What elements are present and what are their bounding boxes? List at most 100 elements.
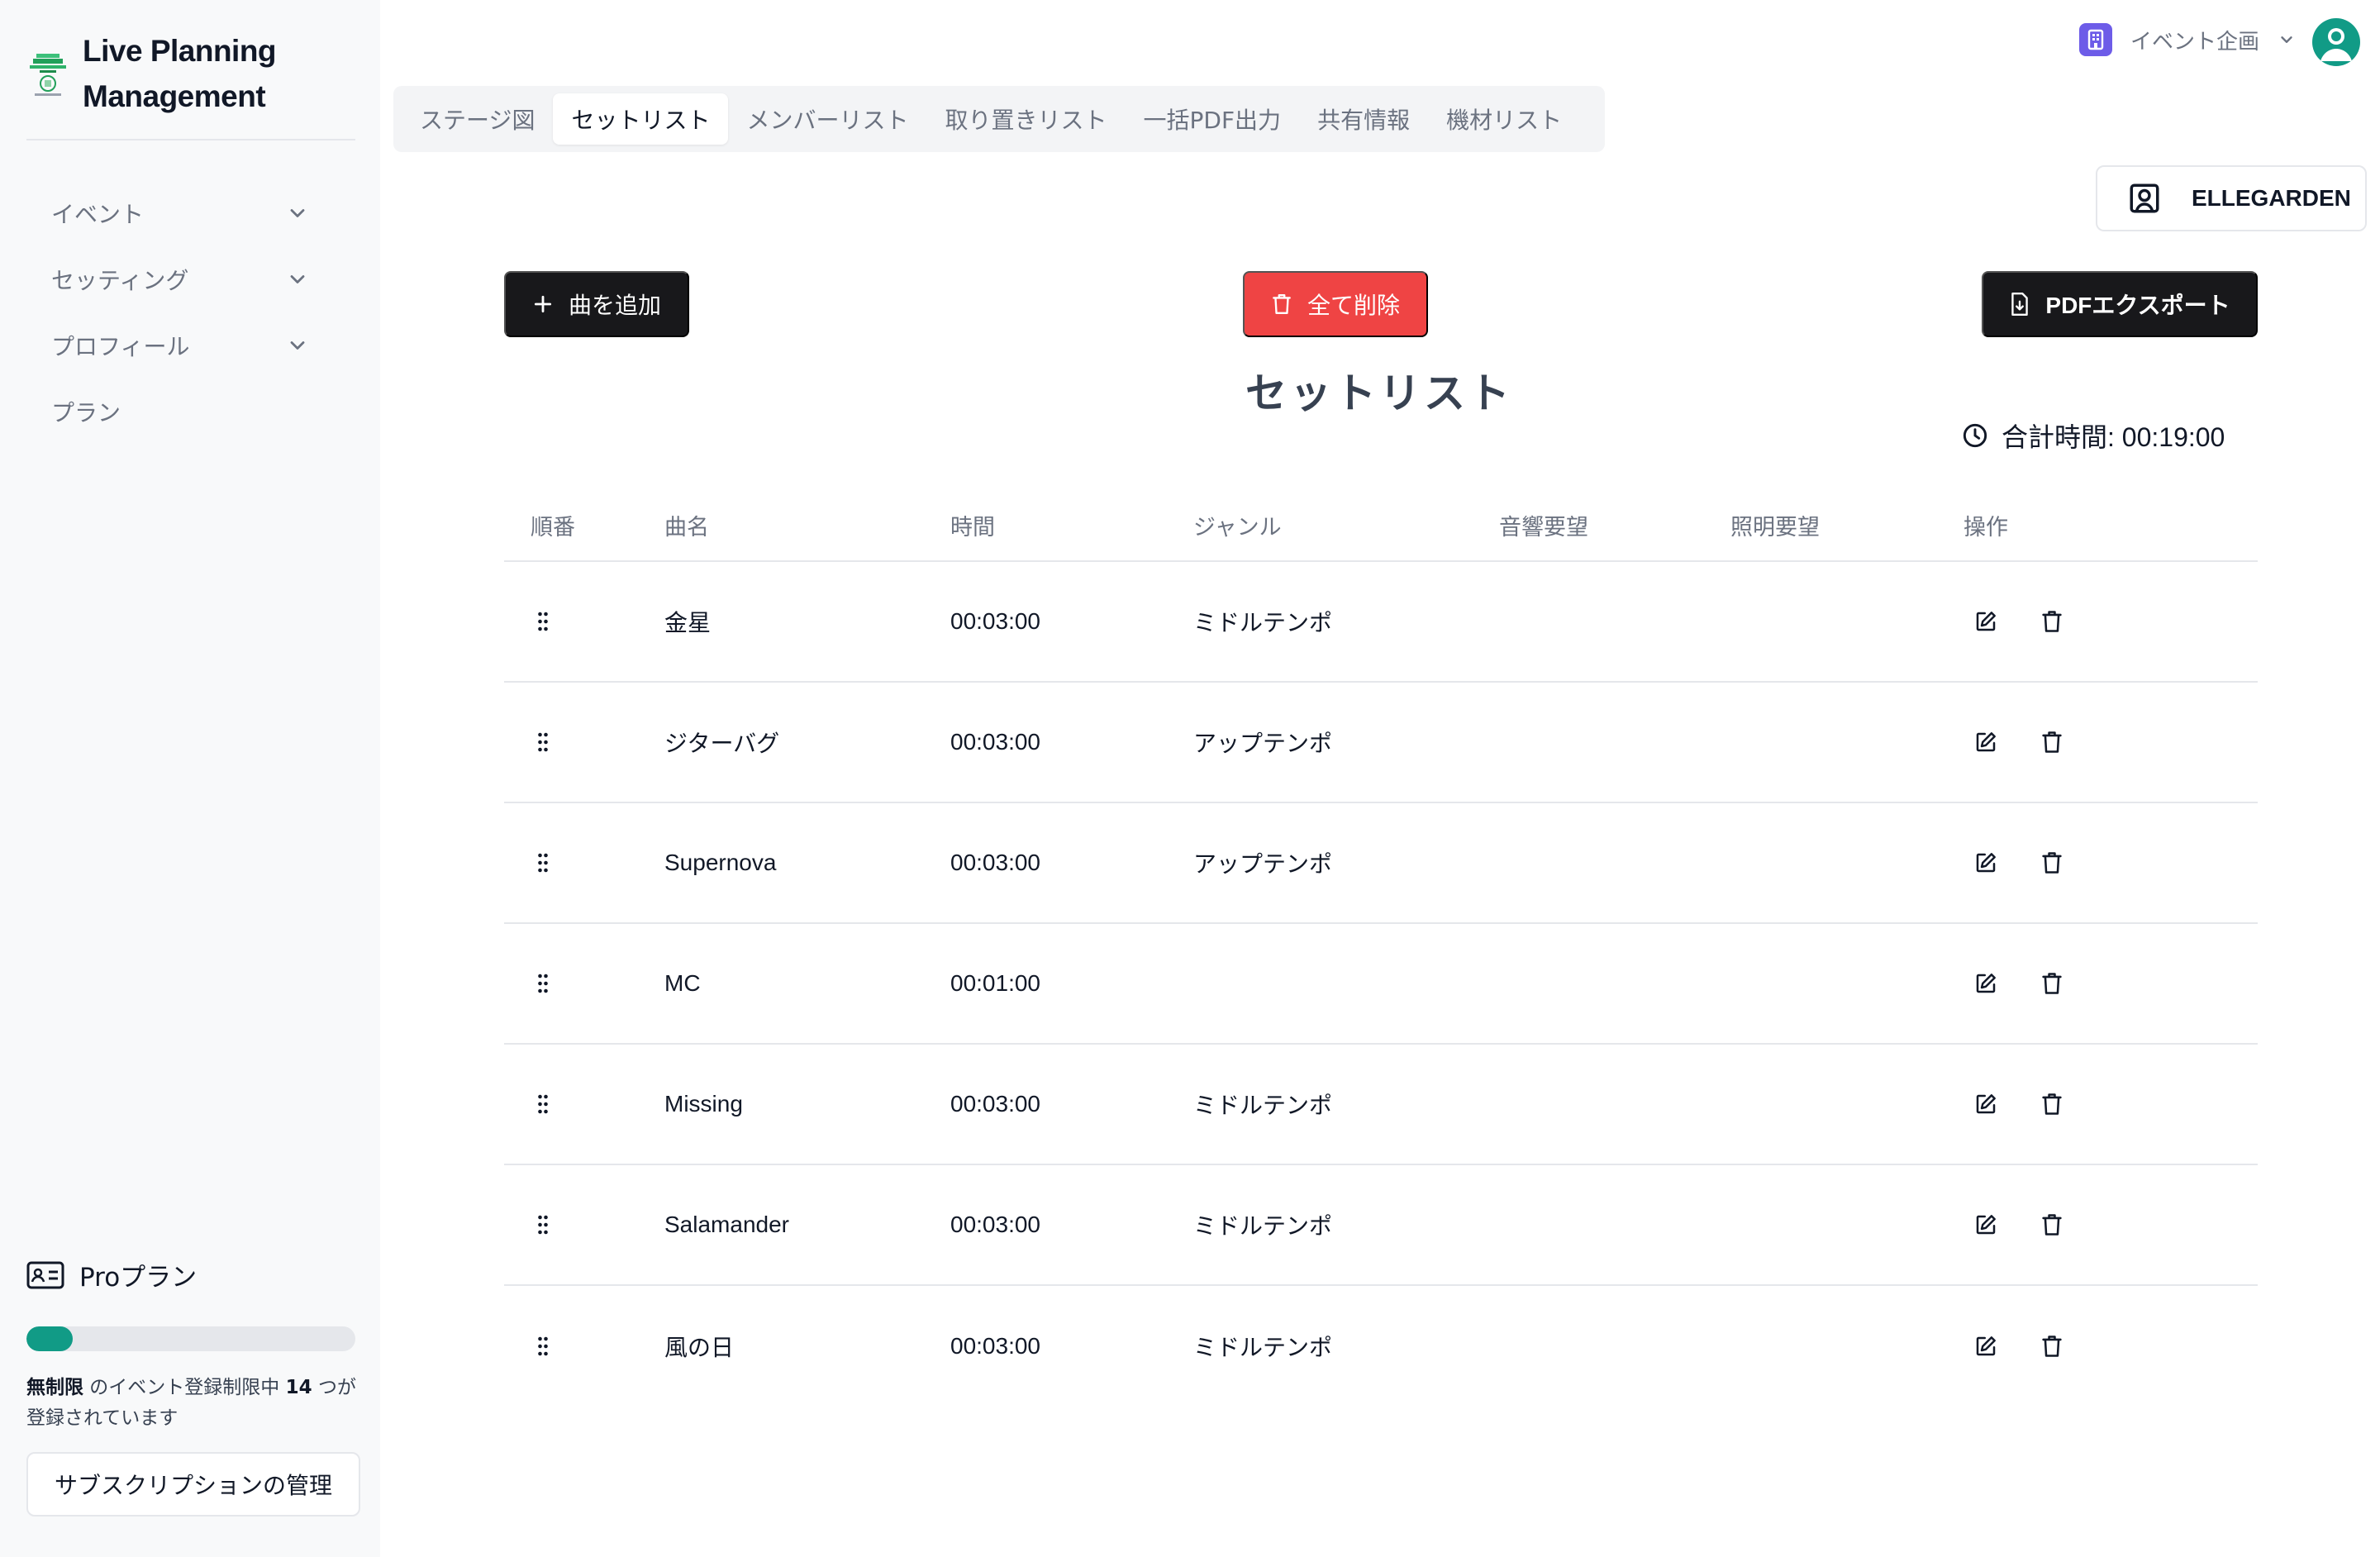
brand-title-line1: Live Planning (83, 34, 277, 68)
manage-subscription-button[interactable]: サブスクリプションの管理 (26, 1452, 360, 1517)
edit-icon[interactable] (1972, 1090, 2000, 1118)
drag-handle-icon[interactable] (531, 971, 555, 996)
song-time: 00:03:00 (950, 608, 1040, 634)
song-genre: アップテンポ (1193, 850, 1333, 878)
trash-icon[interactable] (2038, 607, 2066, 636)
tab-setlist[interactable]: セットリスト (553, 93, 729, 145)
tab-bar: ステージ図 セットリスト メンバーリスト 取り置きリスト 一括PDF出力 共有情… (393, 86, 1605, 152)
plan-limit-label: 無制限 (26, 1377, 83, 1398)
trash-icon[interactable] (2038, 1211, 2066, 1239)
delete-all-label: 全て削除 (1307, 293, 1400, 318)
edit-icon[interactable] (1972, 849, 2000, 877)
building-icon (2079, 23, 2112, 56)
song-genre: ミドルテンポ (1193, 609, 1333, 636)
table-header: 順番 曲名 時間 ジャンル 音響要望 照明要望 操作 (504, 489, 2258, 562)
tab-stage-plot[interactable]: ステージ図 (402, 93, 553, 145)
drag-handle-icon[interactable] (531, 1334, 555, 1359)
sidebar-item-settings[interactable]: セッティング (26, 246, 334, 312)
trash-icon[interactable] (2038, 1090, 2066, 1118)
trash-icon[interactable] (2038, 728, 2066, 756)
chevron-down-icon (290, 275, 305, 283)
tab-reservations[interactable]: 取り置きリスト (926, 93, 1125, 145)
plan-count: 14 (285, 1377, 312, 1398)
trash-icon[interactable] (2038, 969, 2066, 998)
plan-name: Proプラン (79, 1263, 198, 1293)
table-row[interactable]: 風の日 00:03:00 ミドルテンポ (504, 1286, 2258, 1407)
table-row[interactable]: MC 00:01:00 (504, 924, 2258, 1045)
song-genre: ミドルテンポ (1193, 1212, 1333, 1240)
tab-bulk-pdf[interactable]: 一括PDF出力 (1126, 93, 1300, 145)
user-avatar[interactable] (2312, 18, 2360, 66)
band-selector-button[interactable]: ELLEGARDEN (2096, 165, 2367, 231)
column-header-order: 順番 (531, 514, 575, 540)
trash-icon[interactable] (2038, 1332, 2066, 1360)
plan-usage-progress-fill (26, 1326, 73, 1351)
user-icon (2320, 28, 2352, 61)
tab-equipment[interactable]: 機材リスト (1428, 93, 1580, 145)
column-header-lighting: 照明要望 (1730, 514, 1820, 540)
song-time: 00:03:00 (950, 1333, 1040, 1359)
song-time: 00:03:00 (950, 850, 1040, 875)
chevron-down-icon (290, 341, 305, 350)
drag-handle-icon[interactable] (531, 609, 555, 634)
edit-icon[interactable] (1972, 969, 2000, 998)
song-name: 風の日 (664, 1335, 735, 1360)
table-row[interactable]: Salamander 00:03:00 ミドルテンポ (504, 1165, 2258, 1286)
chevron-down-icon (2281, 36, 2292, 43)
pdf-export-button[interactable]: PDFエクスポート (1982, 271, 2258, 337)
table-row[interactable]: Supernova 00:03:00 アップテンポ (504, 803, 2258, 924)
edit-icon[interactable] (1972, 1211, 2000, 1239)
delete-all-button[interactable]: 全て削除 (1243, 271, 1428, 337)
page-title: セットリスト (1245, 369, 1513, 417)
table-row[interactable]: Missing 00:03:00 ミドルテンポ (504, 1045, 2258, 1165)
plan-usage-progress (26, 1326, 355, 1351)
plus-icon (534, 295, 552, 313)
brand-title-line2: Management (83, 79, 266, 113)
song-time: 00:03:00 (950, 1091, 1040, 1117)
song-genre: アップテンポ (1193, 730, 1333, 757)
song-name: Supernova (664, 850, 777, 875)
sidebar: Live Planning Management イベント セッティング プロフ… (0, 0, 380, 1557)
plan-text-middle: のイベント登録制限中 (83, 1377, 286, 1398)
table-row[interactable]: ジターバグ 00:03:00 アップテンポ (504, 683, 2258, 803)
file-download-icon (2011, 292, 2029, 317)
drag-handle-icon[interactable] (531, 1092, 555, 1117)
sidebar-divider (26, 139, 355, 140)
song-time: 00:01:00 (950, 970, 1040, 996)
tab-members[interactable]: メンバーリスト (728, 93, 926, 145)
drag-handle-icon[interactable] (531, 850, 555, 875)
song-name: ジターバグ (664, 731, 780, 756)
trash-icon (1273, 294, 1291, 314)
column-header-song: 曲名 (664, 514, 709, 540)
edit-icon[interactable] (1972, 728, 2000, 756)
band-name: ELLEGARDEN (2192, 185, 2351, 211)
plan-summary: Proプラン 無制限 のイベント登録制限中 14 つが登録されています サブスク… (26, 1256, 360, 1517)
pdf-export-label: PDFエクスポート (2045, 293, 2230, 318)
add-song-button[interactable]: 曲を追加 (504, 271, 689, 337)
event-selector[interactable]: イベント企画 (2079, 23, 2296, 56)
song-time: 00:03:00 (950, 1212, 1040, 1237)
table-row[interactable]: 金星 00:03:00 ミドルテンポ (504, 562, 2258, 683)
sidebar-item-label: セッティング (51, 267, 189, 294)
edit-icon[interactable] (1972, 607, 2000, 636)
clock-icon (1963, 423, 1987, 448)
trash-icon[interactable] (2038, 849, 2066, 877)
table-body: 金星 00:03:00 ミドルテンポ ジターバグ 00:03:00 アップテンポ… (504, 562, 2258, 1407)
brand[interactable]: Live Planning Management (28, 28, 277, 119)
column-header-sound: 音響要望 (1499, 514, 1588, 540)
song-name: MC (664, 970, 701, 996)
drag-handle-icon[interactable] (531, 1212, 555, 1237)
column-header-time: 時間 (950, 514, 995, 540)
brand-logo-icon (28, 47, 68, 100)
drag-handle-icon[interactable] (531, 730, 555, 755)
sidebar-item-events[interactable]: イベント (26, 180, 334, 246)
user-square-icon (2130, 183, 2159, 213)
song-name: 金星 (664, 610, 712, 636)
song-genre: ミドルテンポ (1193, 1092, 1333, 1119)
song-name: Salamander (664, 1212, 789, 1237)
add-song-label: 曲を追加 (568, 293, 661, 318)
edit-icon[interactable] (1972, 1332, 2000, 1360)
column-header-actions: 操作 (1963, 514, 2008, 540)
tab-shared-info[interactable]: 共有情報 (1299, 93, 1428, 145)
event-selector-label: イベント企画 (2130, 29, 2260, 55)
